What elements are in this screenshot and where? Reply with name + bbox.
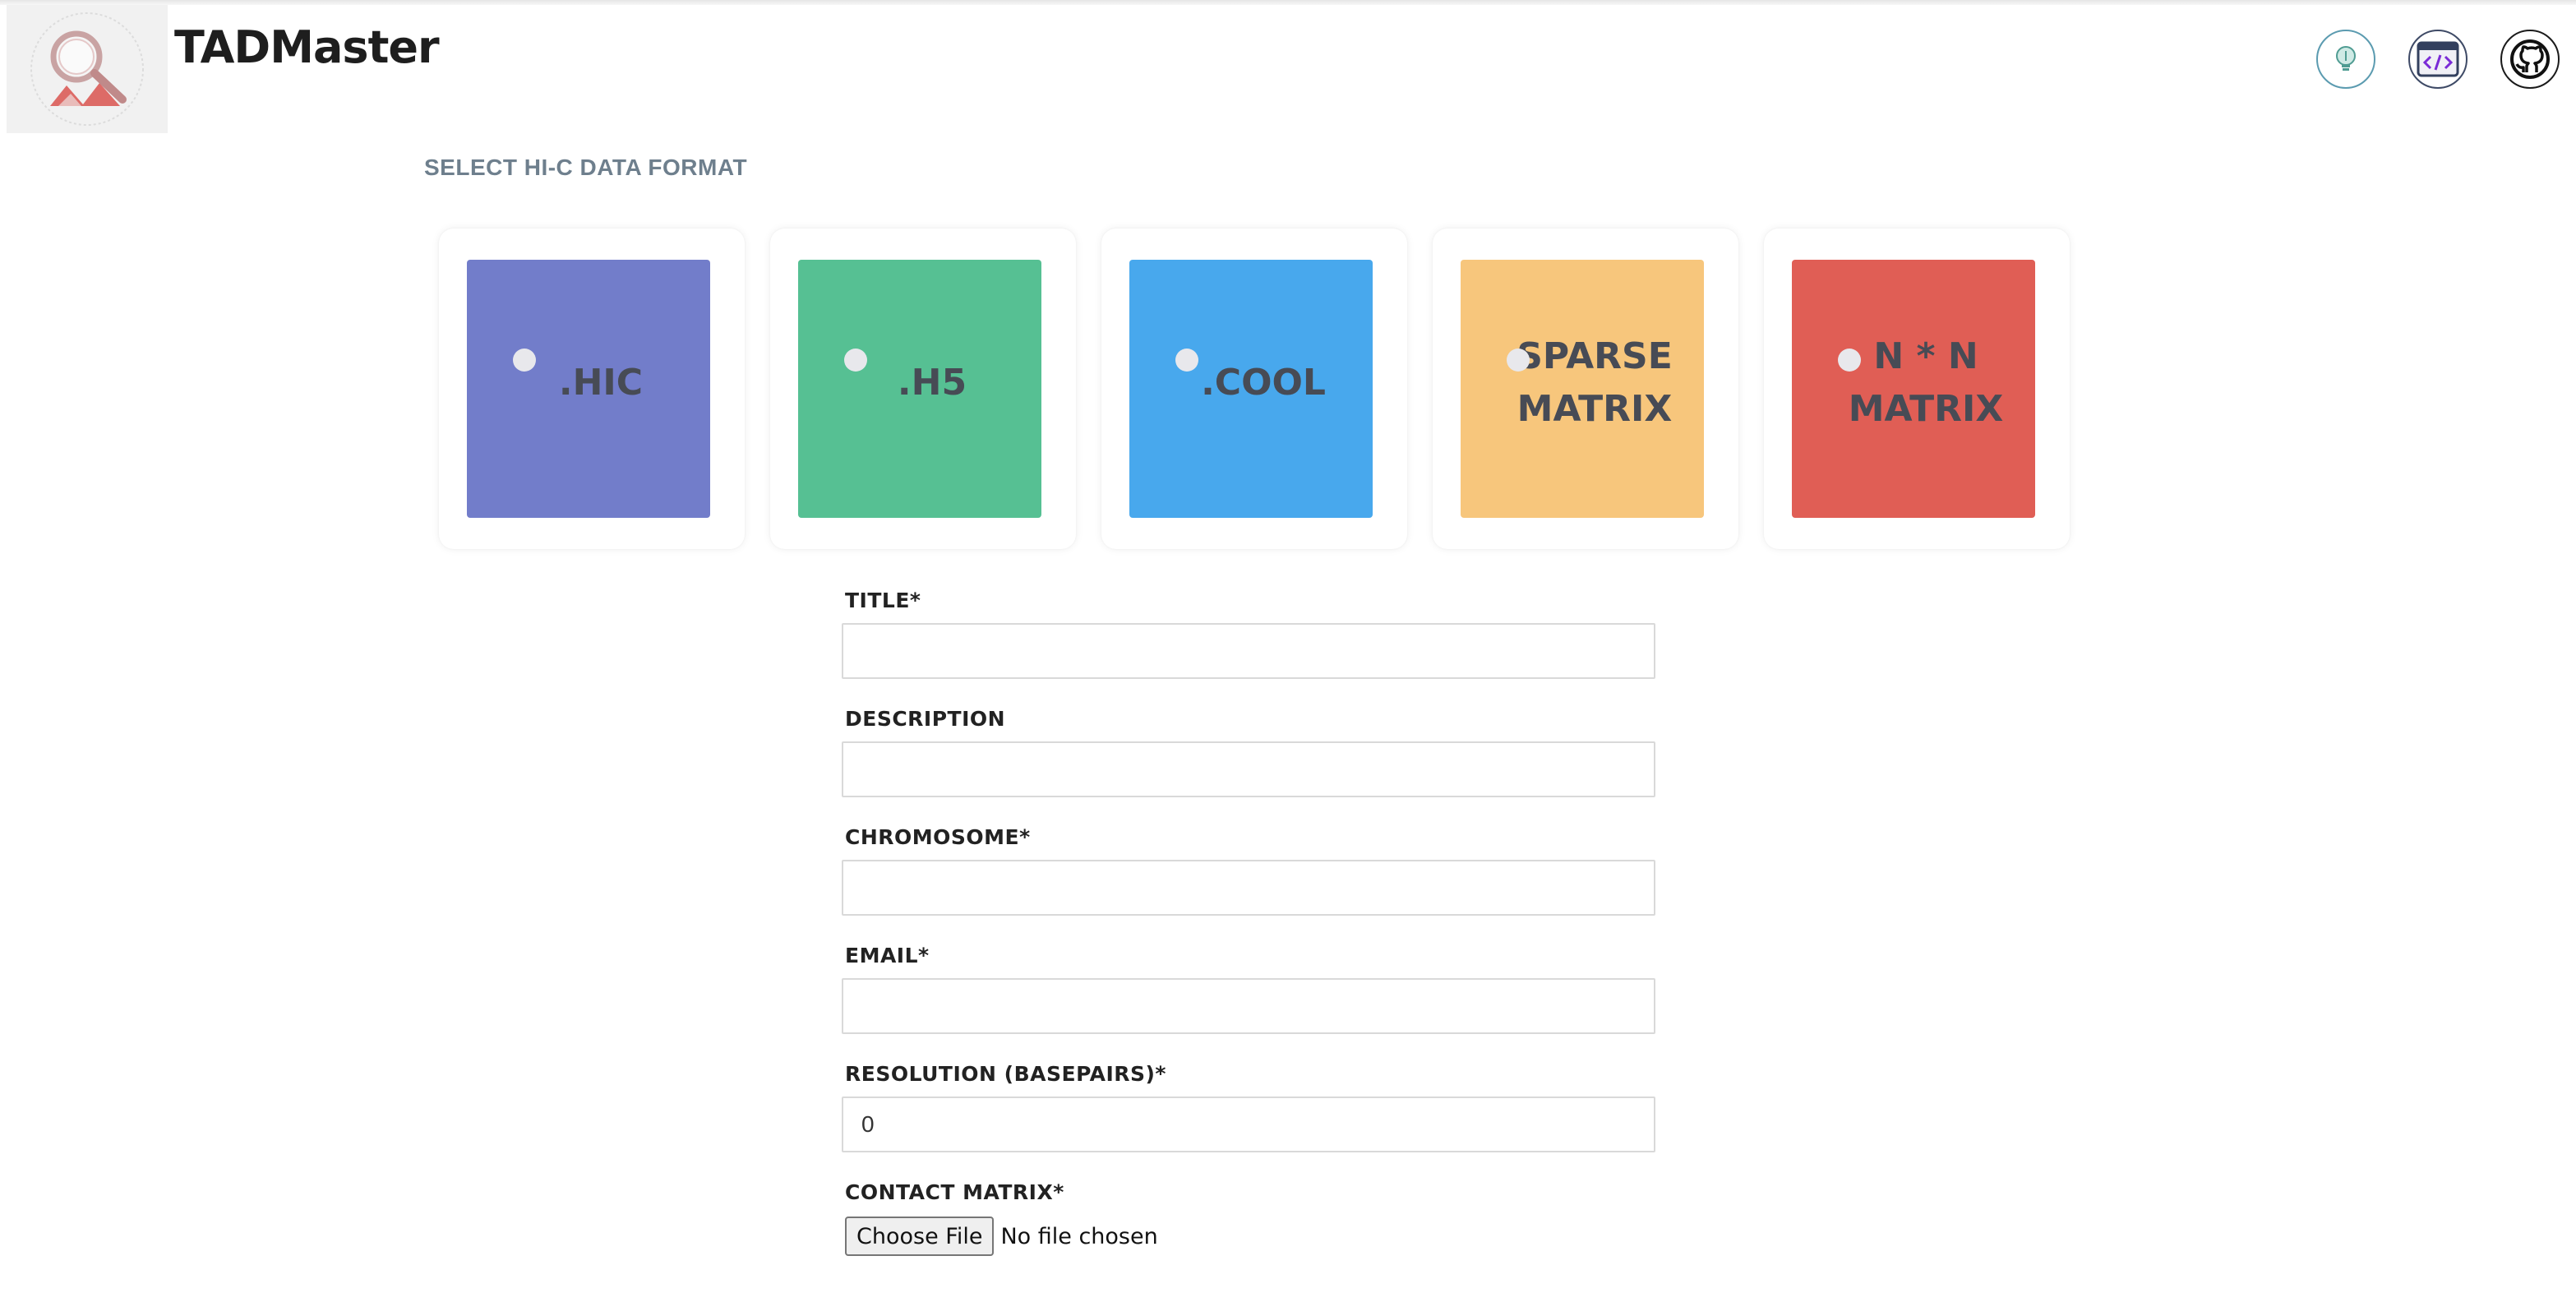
format-label: .H5 — [897, 362, 967, 404]
title-label: TITLE* — [845, 589, 921, 612]
format-option-h5[interactable]: .H5 — [770, 229, 1076, 549]
chromosome-input[interactable] — [842, 860, 1655, 916]
submission-form: TITLE* DESCRIPTION CHROMOSOME* EMAIL* RE… — [842, 585, 1655, 1256]
lightbulb-icon — [2336, 46, 2356, 71]
resolution-label: RESOLUTION (BASEPAIRS)* — [845, 1062, 1167, 1086]
magnifier-logo-icon — [30, 12, 144, 126]
format-tile-h5: .H5 — [798, 260, 1041, 518]
app-logo[interactable] — [7, 5, 168, 133]
top-border — [0, 0, 2576, 5]
radio-button[interactable] — [513, 349, 536, 372]
contact-matrix-label: CONTACT MATRIX* — [845, 1180, 1064, 1204]
format-option-sparse-matrix[interactable]: SPARSE MATRIX — [1433, 229, 1738, 549]
description-input[interactable] — [842, 741, 1655, 797]
format-option-hic[interactable]: .HIC — [439, 229, 745, 549]
format-section-title: SELECT HI-C DATA FORMAT — [424, 155, 748, 180]
github-icon — [2510, 39, 2550, 79]
code-icon — [2417, 41, 2459, 77]
help-button[interactable] — [2316, 30, 2375, 89]
github-button[interactable] — [2500, 30, 2560, 89]
format-label: N * N MATRIX — [1848, 335, 2004, 430]
choose-file-button[interactable]: Choose File — [845, 1217, 995, 1256]
radio-button[interactable] — [1175, 349, 1198, 372]
file-status-text: No file chosen — [1000, 1223, 1158, 1249]
radio-button[interactable] — [1507, 349, 1530, 372]
email-input[interactable] — [842, 978, 1655, 1034]
format-tile-sparse-matrix: SPARSE MATRIX — [1461, 260, 1704, 518]
format-option-nxn-matrix[interactable]: N * N MATRIX — [1764, 229, 2070, 549]
code-button[interactable] — [2408, 30, 2468, 89]
title-input[interactable] — [842, 623, 1655, 679]
format-label: .HIC — [558, 362, 644, 404]
format-tile-nxn-matrix: N * N MATRIX — [1792, 260, 2035, 518]
format-option-cool[interactable]: .COOL — [1101, 229, 1407, 549]
email-label: EMAIL* — [845, 944, 930, 967]
chromosome-label: CHROMOSOME* — [845, 825, 1031, 849]
format-label: SPARSE MATRIX — [1517, 335, 1673, 430]
resolution-input[interactable] — [842, 1097, 1655, 1152]
description-label: DESCRIPTION — [845, 707, 1006, 731]
file-picker: Choose File No file chosen — [845, 1217, 1655, 1256]
radio-button[interactable] — [1838, 349, 1861, 372]
radio-button[interactable] — [844, 349, 867, 372]
format-label: .COOL — [1201, 362, 1326, 404]
app-title: TADMaster — [174, 21, 440, 73]
format-tile-hic: .HIC — [467, 260, 710, 518]
format-tile-cool: .COOL — [1129, 260, 1373, 518]
